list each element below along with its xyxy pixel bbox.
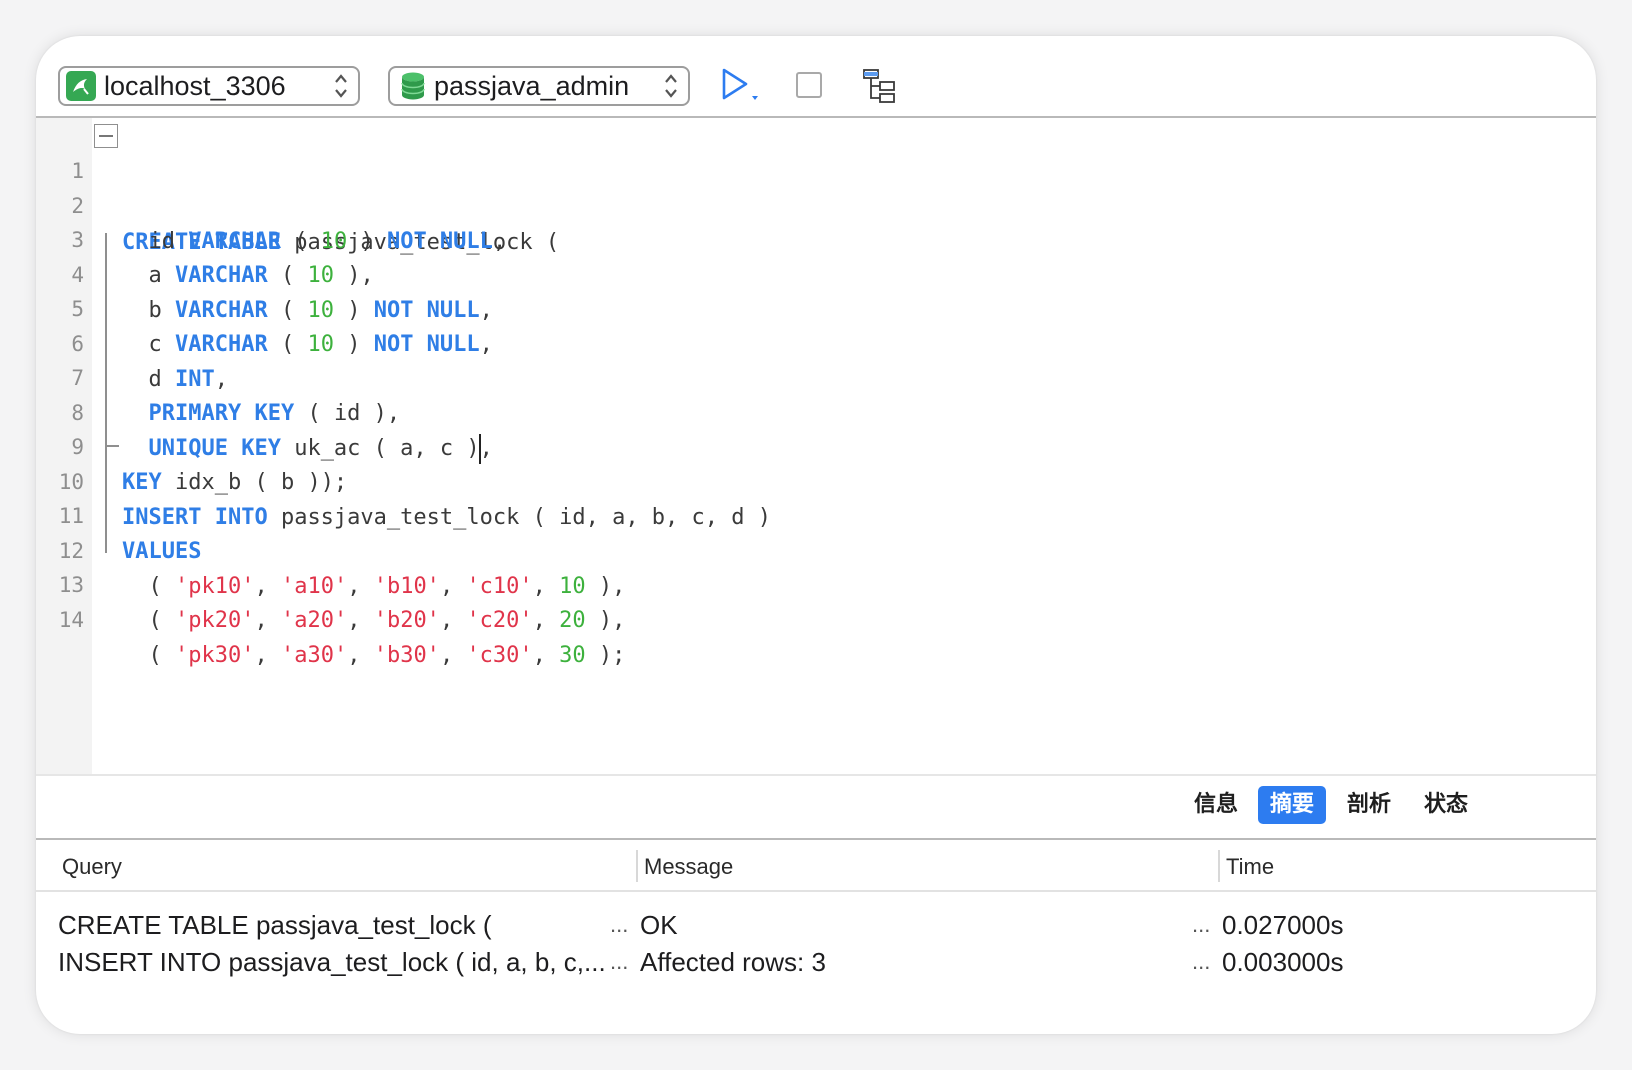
- code-line: 7 PRIMARY KEY ( id ),: [71, 366, 401, 426]
- tab-info[interactable]: 信息: [1182, 786, 1250, 824]
- code-line: 12 ( 'pk10', 'a10', 'b10', 'c10', 10 ),: [58, 538, 626, 599]
- time-cell: 0.003000s: [1222, 947, 1344, 977]
- code-line: 8 UNIQUE KEY uk_ac ( a, c ),: [36, 359, 1596, 464]
- stop-icon[interactable]: [796, 72, 822, 98]
- code-line: 3 a VARCHAR ( 10 ),: [71, 228, 374, 288]
- query-cell: INSERT INTO passjava_test_lock ( id, a, …: [58, 947, 606, 977]
- column-resize-handle[interactable]: [1218, 850, 1220, 882]
- query-cell: CREATE TABLE passjava_test_lock (: [58, 910, 492, 940]
- database-label: passjava_admin: [434, 70, 630, 101]
- table-row[interactable]: INSERT INTO passjava_test_lock ( id, a, …: [36, 947, 1596, 985]
- result-tabs: 信息 摘要 剖析 状态: [36, 774, 1596, 840]
- results-table: Query Message Time CREATE TABLE passjava…: [36, 840, 1596, 1034]
- sql-editor[interactable]: 1 CREATE TABLE passjava_test_lock ( 2 id…: [36, 118, 1596, 774]
- code-line: 9 KEY idx_b ( b ));: [71, 435, 348, 495]
- code-line: 6 d INT,: [71, 331, 228, 392]
- time-cell: 0.027000s: [1222, 910, 1344, 940]
- code-line: 13 ( 'pk20', 'a20', 'b20', 'c20', 20 ),: [58, 573, 626, 633]
- column-resize-handle[interactable]: [636, 850, 638, 882]
- mysql-connection-icon: [66, 71, 96, 101]
- column-header-query[interactable]: Query: [62, 854, 122, 880]
- database-select[interactable]: passjava_admin: [388, 66, 690, 106]
- code-line: 10 INSERT INTO passjava_test_lock ( id, …: [58, 469, 772, 530]
- tab-status[interactable]: 状态: [1412, 786, 1480, 824]
- fold-collapse-icon[interactable]: [94, 124, 118, 148]
- code-line: 4 b VARCHAR ( 10 ) NOT NULL,: [71, 262, 493, 323]
- table-header: Query Message Time: [36, 840, 1596, 892]
- toolbar: localhost_3306 passjava_admin: [36, 36, 1596, 118]
- expand-ellipsis[interactable]: ...: [1192, 949, 1210, 975]
- query-window: localhost_3306 passjava_admin 1 CREATE T…: [36, 36, 1596, 1034]
- chevron-updown-icon: [665, 74, 677, 98]
- table-row[interactable]: CREATE TABLE passjava_test_lock ( ... OK…: [36, 910, 1596, 948]
- message-cell: Affected rows: 3: [640, 947, 826, 977]
- message-cell: OK: [640, 910, 678, 940]
- code-line: 11 VALUES: [58, 504, 202, 564]
- column-header-message[interactable]: Message: [644, 854, 733, 880]
- tab-summary[interactable]: 摘要: [1258, 786, 1327, 824]
- column-header-time[interactable]: Time: [1226, 854, 1274, 880]
- connection-select[interactable]: localhost_3306: [58, 66, 360, 106]
- explain-icon[interactable]: [862, 68, 898, 104]
- run-icon[interactable]: [720, 66, 766, 106]
- tab-profile[interactable]: 剖析: [1335, 786, 1403, 824]
- expand-ellipsis[interactable]: ...: [610, 912, 628, 938]
- code-line: 1 CREATE TABLE passjava_test_lock (: [36, 117, 1596, 255]
- code-line: 2 id VARCHAR ( 10 ) NOT NULL,: [71, 193, 507, 254]
- code-line: 5 c VARCHAR ( 10 ) NOT NULL,: [71, 297, 493, 357]
- database-icon: [401, 72, 425, 100]
- code-line: 14 ( 'pk30', 'a30', 'b30', 'c30', 30 );: [58, 607, 626, 668]
- expand-ellipsis[interactable]: ...: [610, 949, 628, 975]
- chevron-updown-icon: [335, 74, 347, 98]
- connection-label: localhost_3306: [104, 70, 286, 101]
- expand-ellipsis[interactable]: ...: [1192, 912, 1210, 938]
